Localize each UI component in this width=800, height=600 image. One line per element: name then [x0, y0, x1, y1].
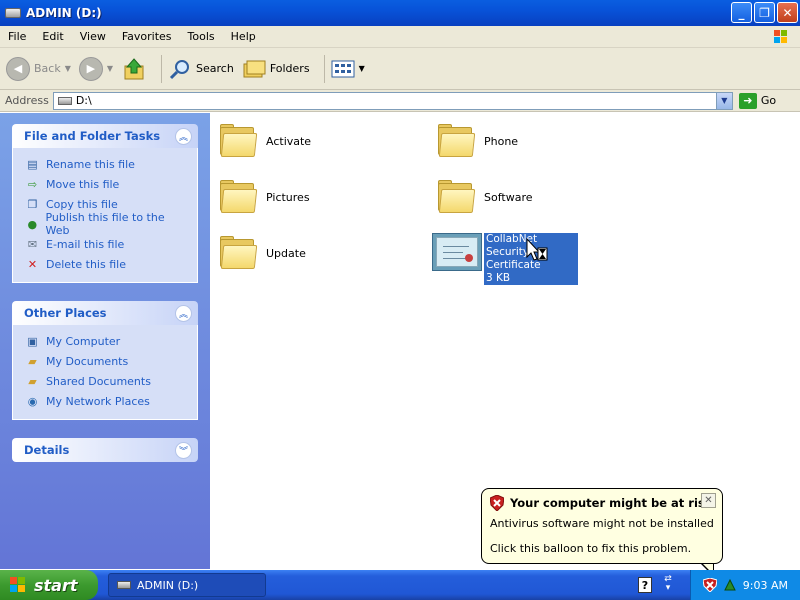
- help-tray-icon[interactable]: ?: [638, 577, 652, 593]
- toolbar: ◀ Back ▼ ▶ ▼ Search Folders ▼: [0, 48, 800, 90]
- collapse-icon[interactable]: ︽: [175, 127, 192, 145]
- toolbar-separator: [161, 54, 163, 83]
- my-network-places-link[interactable]: ◉ My Network Places: [25, 391, 187, 411]
- clock[interactable]: 9:03 AM: [743, 579, 788, 592]
- folder-icon: [436, 123, 476, 159]
- computer-icon: ▣: [27, 334, 38, 348]
- views-button[interactable]: ▼: [331, 59, 365, 79]
- folder-icon: [436, 179, 476, 215]
- documents-folder-icon: ▰: [28, 354, 37, 368]
- go-arrow-icon: ➜: [738, 92, 757, 109]
- folder-pictures[interactable]: Pictures: [218, 179, 310, 215]
- busy-cursor-icon: [526, 238, 548, 261]
- details-panel: Details ︾: [12, 438, 198, 462]
- menu-edit[interactable]: Edit: [34, 30, 71, 43]
- address-value: D:\: [75, 94, 92, 107]
- delete-icon: ✕: [27, 257, 38, 271]
- window-title: ADMIN (D:): [26, 6, 102, 20]
- search-button[interactable]: Search: [168, 57, 234, 81]
- move-icon: ⇨: [27, 177, 38, 191]
- balloon-title: Your computer might be at risk: [510, 496, 713, 510]
- menu-help[interactable]: Help: [223, 30, 264, 43]
- menu-tools[interactable]: Tools: [180, 30, 223, 43]
- up-folder-icon: [124, 57, 144, 79]
- address-label: Address: [5, 94, 49, 107]
- balloon-message: Antivirus software might not be installe…: [490, 517, 714, 530]
- my-documents-link[interactable]: ▰ My Documents: [25, 351, 187, 371]
- address-bar: Address D:\ ▼ ➜ Go: [0, 90, 800, 112]
- start-button[interactable]: start: [0, 570, 98, 600]
- task-pane: File and Folder Tasks ︽ ▤ Rename this fi…: [0, 113, 210, 569]
- drive-icon: [57, 96, 72, 105]
- shared-folder-icon: ▰: [28, 374, 37, 388]
- forward-button[interactable]: ▶ ▼: [78, 56, 113, 81]
- security-alert-tray-icon[interactable]: [702, 578, 717, 592]
- address-dropdown-icon[interactable]: ▼: [715, 92, 732, 109]
- close-button[interactable]: ✕: [777, 2, 798, 23]
- delete-file-link[interactable]: ✕ Delete this file: [25, 254, 187, 274]
- back-arrow-icon: ◀: [6, 56, 30, 81]
- rename-icon: ▤: [27, 157, 38, 171]
- menu-file[interactable]: File: [0, 30, 34, 43]
- views-dropdown-icon: ▼: [358, 64, 365, 73]
- title-bar[interactable]: ADMIN (D:) _ ❐ ✕: [0, 0, 800, 26]
- copy-icon: ❐: [27, 197, 38, 211]
- details-header[interactable]: Details ︾: [12, 438, 198, 462]
- back-button[interactable]: ◀ Back ▼: [6, 56, 71, 81]
- taskbar-item-explorer[interactable]: ADMIN (D:): [108, 573, 266, 597]
- forward-arrow-icon: ▶: [78, 56, 103, 81]
- address-input[interactable]: D:\ ▼: [52, 91, 733, 110]
- security-balloon[interactable]: Your computer might be at risk ✕ Antivir…: [481, 488, 723, 564]
- search-icon: [169, 59, 190, 79]
- folder-icon: [218, 123, 258, 159]
- other-places-header[interactable]: Other Places ︽: [12, 301, 198, 325]
- balloon-action-text: Click this balloon to fix this problem.: [490, 542, 692, 555]
- file-folder-tasks-header[interactable]: File and Folder Tasks ︽: [12, 124, 198, 148]
- maximize-button[interactable]: ❐: [754, 2, 775, 23]
- email-file-link[interactable]: ✉ E-mail this file: [25, 234, 187, 254]
- move-file-link[interactable]: ⇨ Move this file: [25, 174, 187, 194]
- network-tray-icon[interactable]: [723, 578, 737, 592]
- email-icon: ✉: [27, 237, 38, 251]
- views-icon: [331, 60, 355, 77]
- file-folder-tasks-panel: File and Folder Tasks ︽ ▤ Rename this fi…: [12, 124, 198, 283]
- toolbar-separator: [323, 54, 325, 83]
- back-dropdown-icon[interactable]: ▼: [65, 64, 71, 73]
- network-icon: ◉: [27, 394, 38, 408]
- forward-dropdown-icon[interactable]: ▼: [107, 64, 113, 73]
- go-button[interactable]: ➜ Go: [738, 92, 776, 109]
- folder-phone[interactable]: Phone: [436, 123, 518, 159]
- rename-file-link[interactable]: ▤ Rename this file: [25, 154, 187, 174]
- my-computer-link[interactable]: ▣ My Computer: [25, 331, 187, 351]
- folder-icon: [218, 179, 258, 215]
- folder-software[interactable]: Software: [436, 179, 533, 215]
- minimize-button[interactable]: _: [731, 2, 752, 23]
- drive-icon: [117, 581, 131, 589]
- menu-bar: File Edit View Favorites Tools Help: [0, 26, 800, 48]
- folders-icon: [243, 60, 266, 77]
- windows-flag-icon: [10, 577, 25, 592]
- balloon-close-button[interactable]: ✕: [701, 493, 716, 508]
- expand-icon[interactable]: ︾: [175, 441, 192, 459]
- folders-button[interactable]: Folders: [242, 58, 310, 80]
- collapse-icon[interactable]: ︽: [175, 304, 192, 322]
- menu-favorites[interactable]: Favorites: [114, 30, 180, 43]
- folder-icon: [218, 235, 258, 271]
- certificate-icon: [432, 233, 482, 271]
- system-tray: 9:03 AM: [690, 570, 800, 600]
- shared-documents-link[interactable]: ▰ Shared Documents: [25, 371, 187, 391]
- folder-update[interactable]: Update: [218, 235, 306, 271]
- certificate-file[interactable]: CollabNet Security Certificate 3 KB: [432, 233, 578, 285]
- publish-file-link[interactable]: ● Publish this file to the Web: [25, 211, 187, 237]
- security-shield-icon: [490, 495, 504, 511]
- drive-icon: [5, 8, 21, 18]
- windows-logo-icon: [774, 30, 787, 43]
- folder-activate[interactable]: Activate: [218, 123, 311, 159]
- up-folder-button[interactable]: [121, 56, 147, 82]
- menu-view[interactable]: View: [72, 30, 114, 43]
- taskbar: start ADMIN (D:) 9:03 AM: [0, 570, 800, 600]
- globe-icon: ●: [27, 217, 38, 231]
- sync-tray-icon[interactable]: ⇄ ▾: [661, 575, 675, 595]
- other-places-panel: Other Places ︽ ▣ My Computer ▰ My Docume…: [12, 301, 198, 420]
